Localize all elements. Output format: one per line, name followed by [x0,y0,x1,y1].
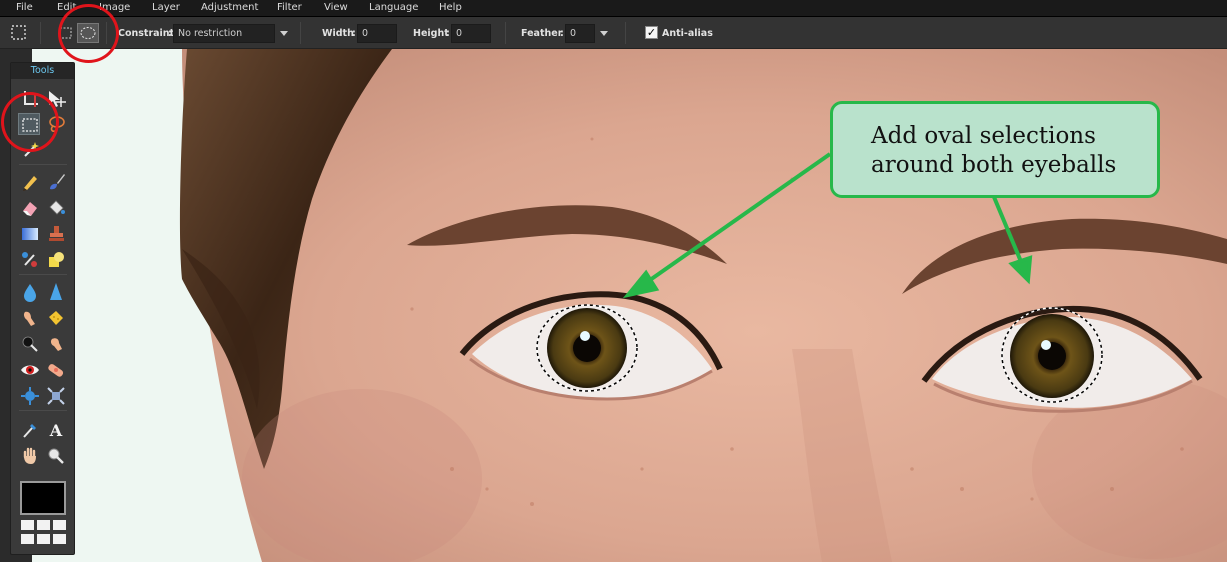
bloat-icon[interactable] [19,385,41,407]
constraint-label: Constraint [118,28,175,39]
width-label: Width [322,28,354,39]
tool-options-bar: Constraint : No restriction Width : 0 He… [0,17,1227,49]
callout-text: Add oval selections around both eyeballs [871,123,1117,178]
height-input[interactable]: 0 [451,24,491,43]
feather-label: Feather [521,28,563,39]
clone-stamp-icon[interactable] [45,223,67,245]
panel-grid-cell[interactable] [53,520,66,530]
menu-adjustment[interactable]: Adjustment [201,2,258,13]
shape-icon[interactable] [45,249,67,271]
pinch-icon[interactable] [45,385,67,407]
annotation-callout: Add oval selections around both eyeballs [830,101,1160,198]
width-input[interactable]: 0 [357,24,397,43]
type-icon[interactable]: A [45,419,67,441]
red-eye-icon[interactable] [19,359,41,381]
divider [19,274,67,275]
panel-grid-cell[interactable] [53,534,66,544]
svg-text:A: A [49,421,63,440]
panel-grid-cell[interactable] [37,520,50,530]
chevron-down-icon[interactable] [280,31,288,36]
paint-bucket-icon[interactable] [45,197,67,219]
divider [19,410,67,411]
divider [19,164,67,165]
sponge-icon[interactable] [45,307,67,329]
divider [625,22,626,44]
pencil-icon[interactable] [19,171,41,193]
blur-icon[interactable] [19,281,41,303]
color-picker-icon[interactable] [19,419,41,441]
eraser-icon[interactable] [19,197,41,219]
menu-filter[interactable]: Filter [277,2,302,13]
antialias-checkbox[interactable]: ✓ [645,26,658,39]
constraint-dropdown[interactable]: No restriction [173,24,275,43]
menu-view[interactable]: View [324,2,348,13]
color-replace-icon[interactable] [19,249,41,271]
dodge-icon[interactable] [19,333,41,355]
feather-input[interactable]: 0 [565,24,595,43]
spot-heal-icon[interactable] [45,359,67,381]
foreground-color-swatch[interactable] [20,481,66,515]
antialias-label: Anti-alias [662,28,713,39]
gradient-icon[interactable] [19,223,41,245]
divider [300,22,301,44]
sharpen-icon[interactable] [45,281,67,303]
menu-help[interactable]: Help [439,2,462,13]
divider [40,22,41,44]
menu-layer[interactable]: Layer [152,2,180,13]
chevron-down-icon[interactable] [600,31,608,36]
panel-grid-cell[interactable] [21,534,34,544]
highlight-ring-ellipse-option [58,4,119,63]
zoom-icon[interactable] [45,445,67,467]
height-label: Height [413,28,449,39]
marquee-tool-icon [10,24,27,41]
hand-icon[interactable] [19,445,41,467]
highlight-ring-marquee-tool [1,92,59,152]
panel-grid-cell[interactable] [37,534,50,544]
menu-language[interactable]: Language [369,2,418,13]
menu-file[interactable]: File [16,2,33,13]
burn-icon[interactable] [45,333,67,355]
divider [505,22,506,44]
menu-bar: File Edit Image Layer Adjustment Filter … [0,0,1227,17]
tools-panel-title: Tools [11,63,74,79]
smudge-icon[interactable] [19,307,41,329]
panel-grid-cell[interactable] [21,520,34,530]
brush-icon[interactable] [45,171,67,193]
